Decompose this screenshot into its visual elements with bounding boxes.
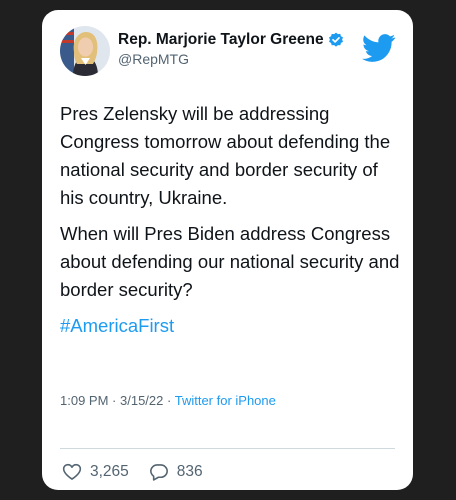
tweet-paragraph: Pres Zelensky will be addressing Congres… (60, 103, 391, 208)
avatar[interactable] (60, 26, 110, 76)
meta-separator: · (112, 393, 120, 408)
author-name-text[interactable]: Rep. Marjorie Taylor Greene (118, 31, 324, 49)
tweet-time[interactable]: 1:09 PM (60, 393, 108, 408)
divider (60, 448, 395, 449)
reply-bubble-icon (149, 464, 168, 481)
like-count: 3,265 (90, 463, 129, 480)
reply-count: 836 (176, 463, 203, 480)
tweet-source-link[interactable]: Twitter for iPhone (175, 393, 276, 408)
tweet-card: Rep. Marjorie Taylor Greene @RepMTG Pres… (42, 10, 413, 490)
heart-icon (62, 463, 82, 480)
meta-separator: · (167, 393, 175, 408)
twitter-bird-icon[interactable] (362, 34, 396, 62)
author-name[interactable]: Rep. Marjorie Taylor Greene (118, 31, 344, 49)
author-handle[interactable]: @RepMTG (118, 51, 189, 67)
tweet-text: Pres Zelensky will be addressing Congres… (60, 100, 400, 340)
tweet-actions: 3,265 836 (62, 462, 223, 482)
tweet-date[interactable]: 3/15/22 (120, 393, 163, 408)
tweet-meta: 1:09 PM · 3/15/22 · Twitter for iPhone (60, 393, 276, 408)
hashtag-link[interactable]: #AmericaFirst (60, 312, 400, 340)
tweet-paragraph: When will Pres Biden address Congress ab… (60, 223, 400, 300)
like-button[interactable]: 3,265 (62, 462, 129, 482)
reply-button[interactable]: 836 (149, 462, 203, 482)
verified-badge-icon (328, 32, 344, 48)
